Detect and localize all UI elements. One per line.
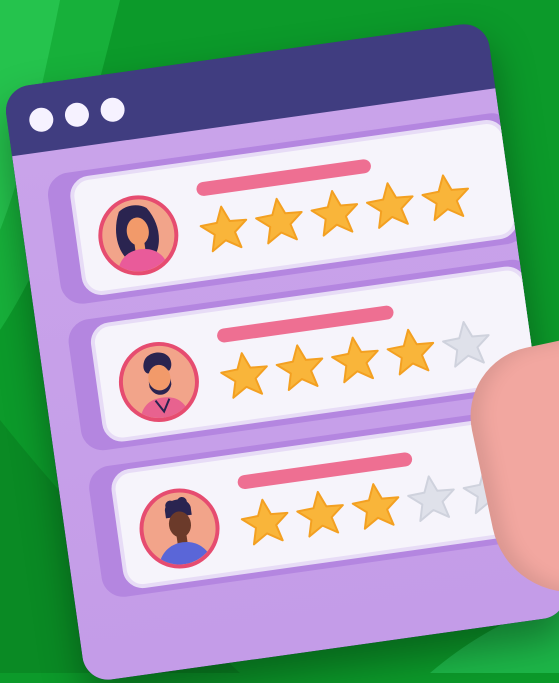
star-empty-icon[interactable] (437, 315, 496, 374)
star-filled-icon[interactable] (236, 493, 295, 552)
star-rating-1[interactable] (195, 174, 470, 262)
star-filled-icon[interactable] (216, 347, 275, 406)
window-dot-3 (99, 96, 127, 124)
man-avatar (134, 483, 225, 574)
star-empty-icon[interactable] (403, 470, 462, 529)
window-dot-2 (63, 101, 91, 129)
star-filled-icon[interactable] (347, 478, 406, 537)
star-filled-icon[interactable] (361, 177, 420, 236)
bearded-man-avatar (113, 336, 205, 428)
star-rating-3[interactable] (236, 467, 511, 555)
star-filled-icon[interactable] (250, 192, 309, 251)
star-filled-icon[interactable] (326, 331, 385, 390)
star-filled-icon[interactable] (195, 200, 254, 259)
star-filled-icon[interactable] (271, 339, 330, 398)
star-filled-icon[interactable] (382, 323, 441, 382)
star-filled-icon[interactable] (292, 485, 351, 544)
review-window (2, 20, 559, 683)
window-dot-1 (27, 106, 55, 134)
woman-avatar (93, 190, 184, 281)
star-rating-2[interactable] (216, 320, 490, 409)
star-filled-icon[interactable] (417, 169, 476, 228)
star-filled-icon[interactable] (306, 184, 365, 243)
